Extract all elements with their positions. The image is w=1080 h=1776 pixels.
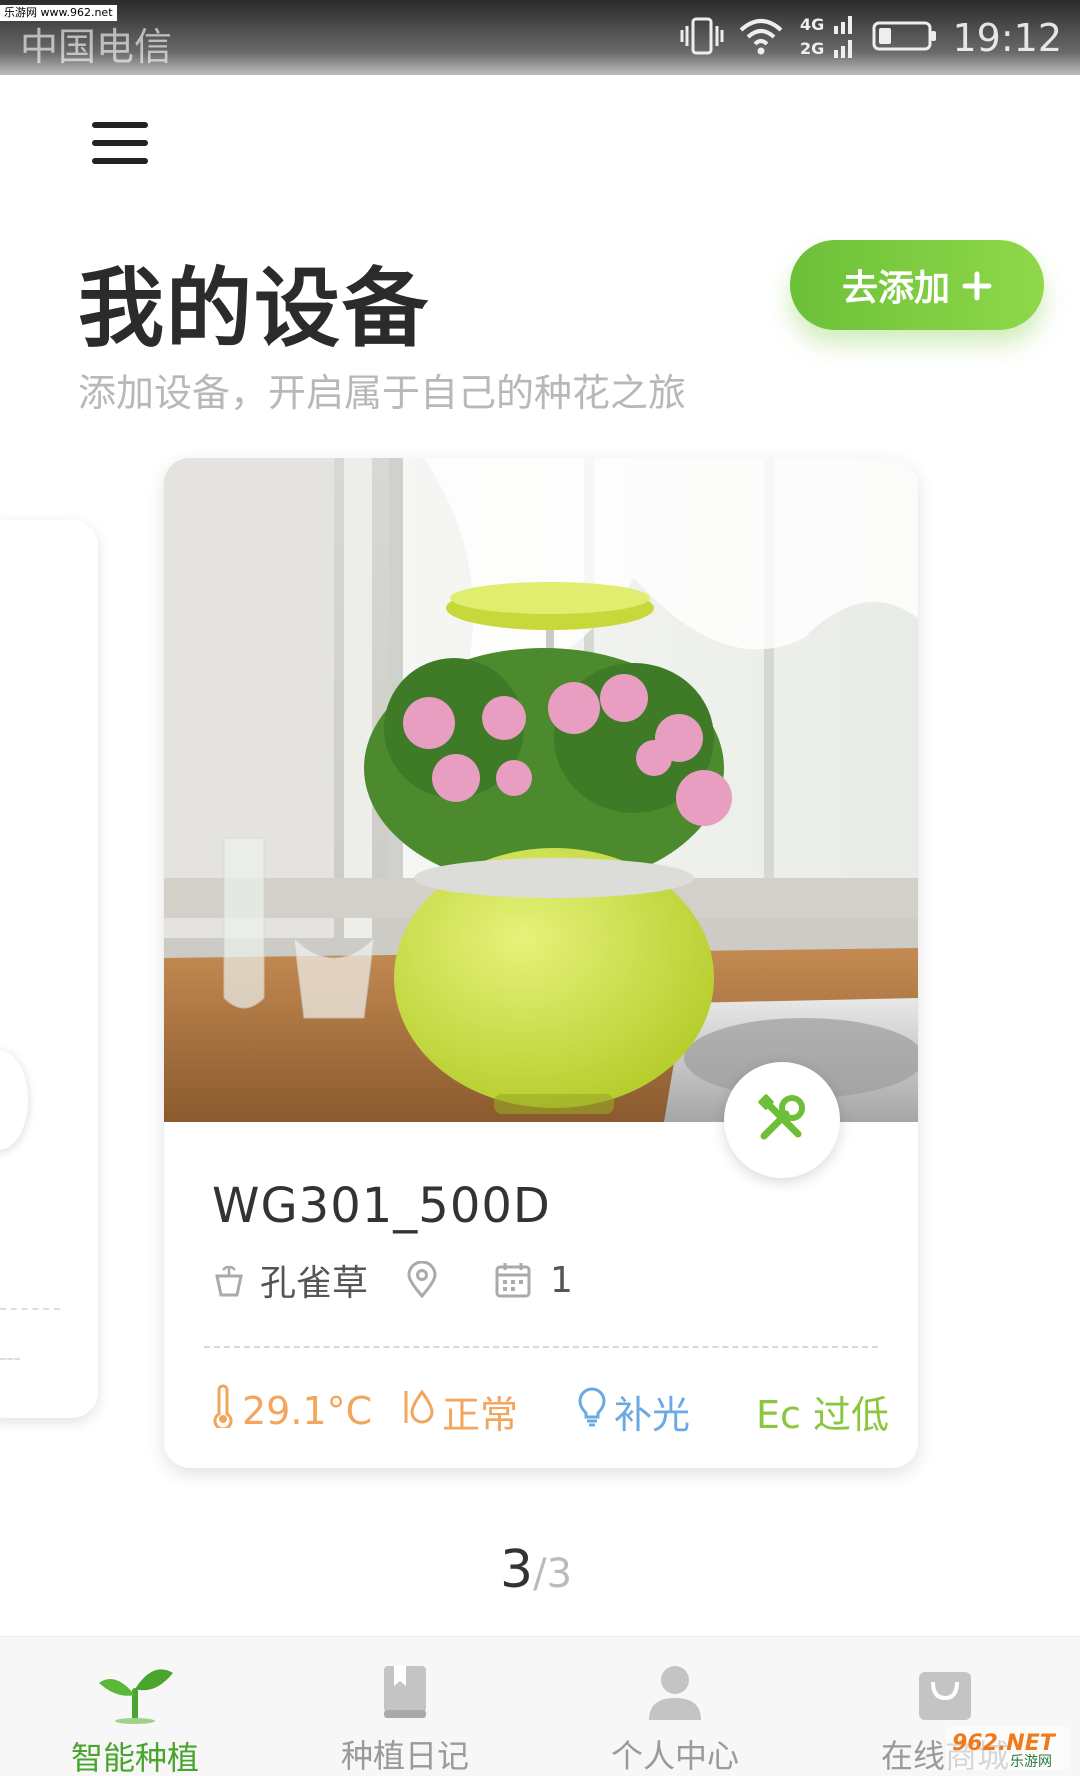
- current-page: 3: [500, 1540, 534, 1600]
- person-icon: [647, 1661, 703, 1723]
- location-icon: [406, 1261, 438, 1299]
- water-value: 正常: [442, 1393, 519, 1437]
- network-2g-label: 2G: [800, 39, 824, 58]
- nav-personal-center[interactable]: 个人中心: [540, 1637, 810, 1776]
- divider: [204, 1346, 878, 1348]
- nav-label: 个人中心: [610, 1737, 739, 1775]
- watermark-name: 乐游网: [1010, 1754, 1052, 1770]
- ec-stat: Ec 过低: [748, 1384, 889, 1439]
- watermark-brand: 962.NET: [952, 1731, 1057, 1756]
- water-stat: 正常: [402, 1384, 518, 1439]
- diary-icon: [380, 1661, 430, 1723]
- device-photo: [164, 458, 918, 1122]
- vibrate-icon: [680, 14, 724, 62]
- battery-icon: [872, 19, 938, 57]
- wifi-icon: [738, 16, 784, 60]
- nav-label: 智能种植: [70, 1739, 199, 1776]
- add-device-button[interactable]: 去添加: [790, 240, 1044, 330]
- page-indicator: 3/3: [500, 1540, 572, 1600]
- status-bar: 乐游网 www.962.net 中国电信 4G 2G 19:12: [0, 0, 1080, 75]
- lightbulb-icon: [578, 1387, 606, 1436]
- previous-device-card[interactable]: [0, 520, 98, 1418]
- total-pages: 3: [546, 1551, 573, 1597]
- device-name: WG301_500D: [212, 1178, 551, 1234]
- nav-label: 种植日记: [340, 1737, 469, 1775]
- divider: [0, 1358, 20, 1360]
- device-stats: 29.1°C 正常 补光 Ec 过低: [212, 1376, 892, 1440]
- light-stat: 补光: [578, 1384, 690, 1439]
- carrier-name: 中国电信: [20, 25, 173, 69]
- temperature-value: 29.1°C: [242, 1388, 373, 1433]
- divider: [0, 1308, 60, 1310]
- shopping-bag-icon: [917, 1661, 973, 1723]
- thermometer-icon: [212, 1384, 234, 1437]
- temperature-stat: 29.1°C: [212, 1384, 372, 1437]
- device-card[interactable]: WG301_500D 孔雀草 1 29.1°C 正常 补光 Ec 过低: [164, 458, 918, 1468]
- add-button-label: 去添加: [841, 268, 950, 309]
- light-value: 补光: [614, 1393, 691, 1437]
- nav-planting-diary[interactable]: 种植日记: [270, 1637, 540, 1776]
- page-separator: /: [533, 1551, 547, 1597]
- menu-icon[interactable]: [92, 118, 152, 168]
- nav-smart-planting[interactable]: 智能种植: [0, 1637, 270, 1776]
- status-icons: 4G 2G 19:12: [680, 12, 1062, 64]
- plant-name: 孔雀草: [260, 1263, 369, 1304]
- bottom-nav: 智能种植 种植日记 个人中心 在线商城: [0, 1636, 1080, 1776]
- plus-icon: [962, 261, 992, 309]
- ec-value: Ec 过低: [756, 1393, 889, 1437]
- water-drop-icon: [402, 1388, 434, 1435]
- network-4g-label: 4G: [800, 15, 824, 34]
- device-settings-button[interactable]: [724, 1062, 840, 1178]
- calendar-icon: [494, 1261, 532, 1299]
- tools-icon: [756, 1092, 808, 1148]
- site-watermark-logo: 962.NET 乐游网: [946, 1726, 1070, 1770]
- clock: 19:12: [952, 16, 1062, 60]
- pot-icon: [212, 1262, 246, 1298]
- device-meta: 孔雀草 1: [212, 1256, 573, 1304]
- signal-icon: 4G 2G: [798, 12, 858, 64]
- page-subtitle: 添加设备，开启属于自己的种花之旅: [78, 371, 687, 415]
- page-title: 我的设备: [78, 259, 430, 359]
- sprout-icon: [95, 1661, 175, 1725]
- day-count: 1: [550, 1259, 573, 1301]
